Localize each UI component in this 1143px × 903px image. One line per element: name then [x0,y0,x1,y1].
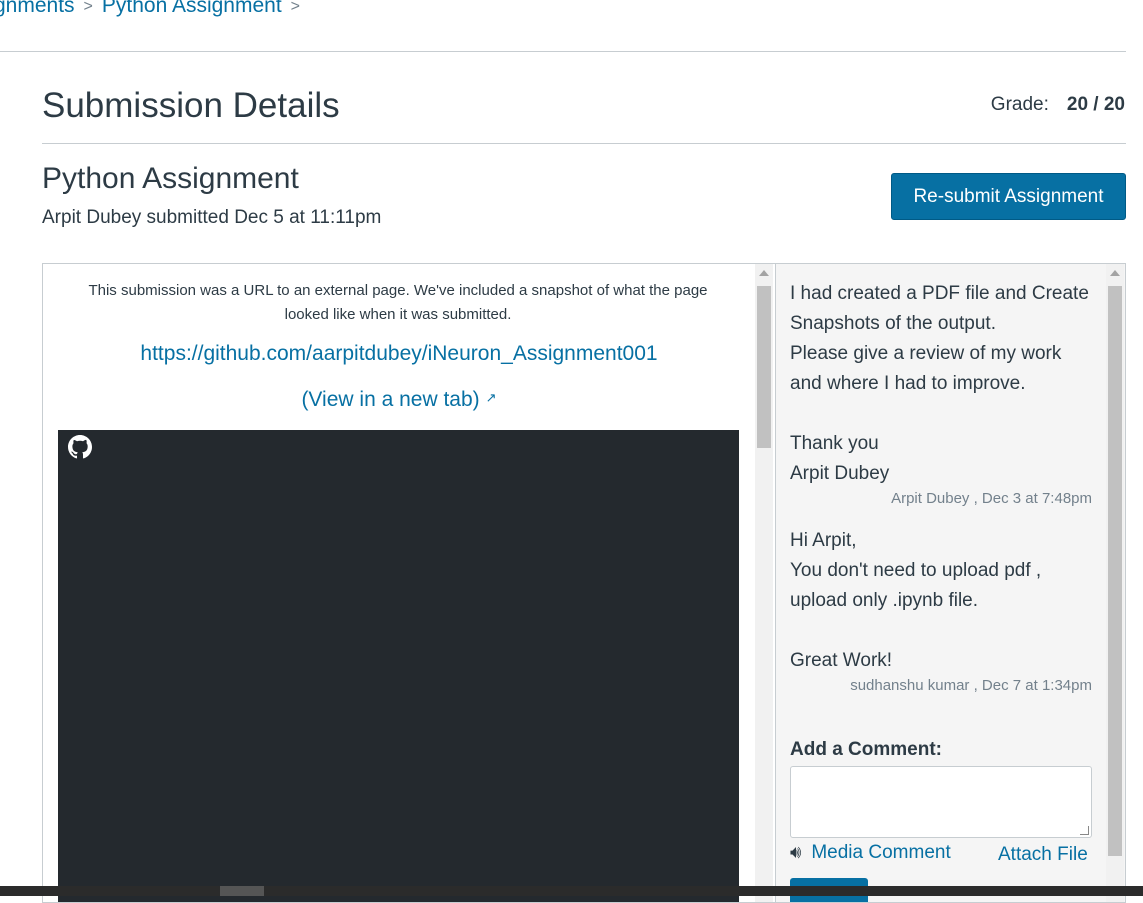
comment-meta: Arpit Dubey , Dec 3 at 7:48pm [891,490,1092,507]
speaker-icon: 🔊︎ [790,842,802,862]
divider [42,143,1126,144]
comment-body: I had created a PDF file and Create Snap… [790,283,1089,484]
bottom-bar [0,886,1143,896]
view-in-new-tab-row: (View in a new tab) ↗ [43,388,755,412]
media-comment-link[interactable]: 🔊︎ Media Comment [790,842,951,864]
comment-textarea[interactable] [790,766,1092,838]
submission-url-link[interactable]: https://github.com/aarpitdubey/iNeuron_A… [43,342,755,366]
grade-label: Grade: [990,94,1049,115]
breadcrumb-link-python-assignment[interactable]: Python Assignment [102,0,282,17]
resize-handle-icon[interactable] [1080,826,1089,835]
media-comment-label[interactable]: Media Comment [811,842,950,863]
grade-value: 20 / 20 [1066,94,1125,115]
chevron-right-icon: > [290,0,301,15]
divider [0,51,1126,52]
submission-preview: This submission was a URL to an external… [43,264,755,902]
submission-info: Arpit Dubey submitted Dec 5 at 11:11pm [42,207,382,228]
comment-body: Hi Arpit, You don't need to upload pdf ,… [790,530,1042,671]
comments-scrollbar[interactable] [1106,264,1124,902]
github-icon [68,435,92,459]
view-in-new-tab-link[interactable]: (View in a new tab) [301,388,479,411]
grade-display: Grade: 20 / 20 [991,94,1125,116]
external-link-icon: ↗ [485,390,497,405]
scroll-up-icon[interactable] [759,270,769,276]
resubmit-assignment-button[interactable]: Re-submit Assignment [891,173,1126,220]
comments-panel: I had created a PDF file and Create Snap… [775,264,1125,902]
breadcrumb: gnments > Python Assignment > [0,0,309,18]
scroll-up-icon[interactable] [1110,270,1120,276]
comment-meta: sudhanshu kumar , Dec 7 at 1:34pm [850,677,1092,694]
preview-scrollbar[interactable] [755,264,773,902]
submission-notice: This submission was a URL to an external… [88,282,708,323]
assignment-title: Python Assignment [42,162,299,195]
submission-frame: This submission was a URL to an external… [42,263,1126,903]
snapshot-preview [58,430,739,902]
page-title: Submission Details [42,86,340,125]
chevron-right-icon: > [83,0,93,15]
breadcrumb-link-assignments[interactable]: gnments [0,0,75,17]
bottom-bar-segment[interactable] [220,886,264,896]
scrollbar-thumb[interactable] [1108,286,1122,856]
attach-file-link[interactable]: Attach File [998,844,1088,866]
add-comment-label: Add a Comment: [790,739,942,760]
scrollbar-thumb[interactable] [757,286,771,448]
